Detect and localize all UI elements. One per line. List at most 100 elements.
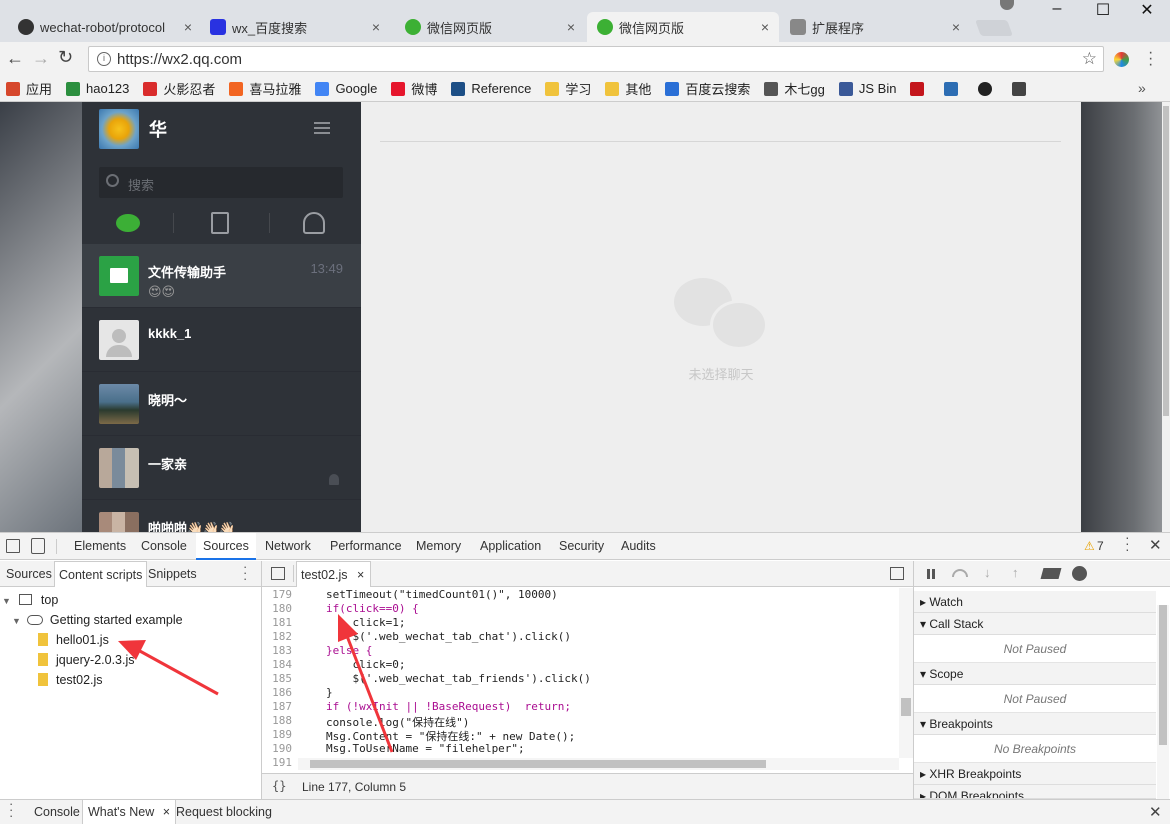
bookmark-item[interactable]: hao123 bbox=[66, 81, 129, 96]
close-window-button[interactable]: ✕ bbox=[1124, 0, 1170, 20]
section-watch[interactable]: ▸ Watch bbox=[914, 591, 1156, 613]
bookmark-folder[interactable]: 其他 bbox=[605, 79, 651, 98]
browser-tab[interactable]: 微信网页版 × bbox=[395, 12, 585, 42]
tab-memory[interactable]: Memory bbox=[416, 533, 461, 560]
step-into-icon[interactable]: ↓ bbox=[984, 565, 991, 580]
drawer-tab-request-blocking[interactable]: Request blocking bbox=[176, 800, 272, 824]
tree-top[interactable]: ▼ top bbox=[2, 593, 58, 607]
warning-count[interactable]: 7 bbox=[1097, 539, 1104, 553]
toggle-debugger-icon[interactable] bbox=[890, 567, 904, 580]
browser-tab[interactable]: wx_百度搜索 × bbox=[200, 12, 390, 42]
close-tab-icon[interactable]: × bbox=[372, 19, 380, 35]
bookmark-apps[interactable]: 应用 bbox=[6, 79, 52, 98]
code-lines[interactable]: 179 setTimeout("timedCount01()", 10000) … bbox=[262, 588, 899, 769]
editor-file-tab[interactable]: test02.js × bbox=[296, 561, 372, 587]
drawer-tab-whats-new[interactable]: What's New × bbox=[82, 800, 177, 824]
close-drawer-icon[interactable]: ✕ bbox=[1149, 803, 1162, 821]
search-box[interactable]: 搜索 bbox=[99, 167, 343, 198]
tab-network[interactable]: Network bbox=[265, 533, 311, 560]
browser-tab-active[interactable]: 微信网页版 × bbox=[587, 12, 779, 42]
extension-icon[interactable] bbox=[1114, 52, 1129, 67]
tab-elements[interactable]: Elements bbox=[74, 533, 126, 560]
scrollbar-thumb[interactable] bbox=[1159, 605, 1167, 745]
back-icon[interactable]: ← bbox=[6, 48, 24, 69]
drawer-menu-icon[interactable]: · · · bbox=[9, 797, 13, 822]
bookmark-item[interactable]: 百度云搜索 bbox=[665, 79, 750, 98]
drawer-tab-console[interactable]: Console bbox=[34, 800, 80, 824]
bookmark-item[interactable]: 微博 bbox=[391, 79, 437, 98]
scrollbar-thumb[interactable] bbox=[901, 698, 911, 716]
pretty-print-icon[interactable]: {} bbox=[272, 779, 286, 793]
chat-list-item[interactable]: 晓明～ bbox=[82, 372, 361, 436]
tree-file[interactable]: test02.js bbox=[38, 673, 103, 687]
bookmark-icon-only[interactable] bbox=[910, 81, 930, 96]
tab-performance[interactable]: Performance bbox=[330, 533, 402, 560]
minimize-button[interactable]: – bbox=[1034, 0, 1080, 20]
maximize-button[interactable]: ☐ bbox=[1080, 0, 1126, 20]
close-drawer-tab-icon[interactable]: × bbox=[163, 805, 170, 819]
close-tab-icon[interactable]: × bbox=[761, 19, 769, 35]
tab-application[interactable]: Application bbox=[480, 533, 541, 560]
bookmark-star-icon[interactable]: ☆ bbox=[1082, 49, 1097, 69]
close-tab-icon[interactable]: × bbox=[952, 19, 960, 35]
contacts-tab-icon[interactable] bbox=[303, 212, 325, 234]
reload-icon[interactable]: ↻ bbox=[58, 47, 73, 68]
nav-tab-content-scripts[interactable]: Content scripts bbox=[54, 561, 148, 587]
info-icon[interactable]: i bbox=[97, 52, 111, 66]
horizontal-scrollbar[interactable] bbox=[298, 758, 899, 770]
step-over-icon[interactable] bbox=[952, 569, 968, 577]
bookmark-icon-only[interactable] bbox=[978, 81, 998, 96]
chat-list-item[interactable]: 文件传输助手 😍😍 13:49 bbox=[82, 244, 361, 308]
tree-extension[interactable]: ▼ Getting started example bbox=[12, 613, 183, 627]
bookmark-item[interactable]: 火影忍者 bbox=[143, 79, 215, 98]
scrollbar-thumb[interactable] bbox=[310, 760, 766, 768]
warning-icon[interactable]: ⚠ bbox=[1084, 539, 1095, 553]
section-scope[interactable]: ▾ Scope bbox=[914, 663, 1156, 685]
nav-tab-snippets[interactable]: Snippets bbox=[144, 561, 201, 587]
chat-list-item[interactable]: 一家亲 bbox=[82, 436, 361, 500]
inspect-element-icon[interactable] bbox=[6, 539, 20, 553]
bookmark-item[interactable]: Google bbox=[315, 81, 377, 96]
bookmark-icon-only[interactable] bbox=[944, 81, 964, 96]
deactivate-breakpoints-icon[interactable] bbox=[1040, 568, 1062, 579]
section-call-stack[interactable]: ▾ Call Stack bbox=[914, 613, 1156, 635]
scrollbar-thumb[interactable] bbox=[1163, 106, 1169, 416]
section-xhr-breakpoints[interactable]: ▸ XHR Breakpoints bbox=[914, 763, 1156, 785]
bookmark-folder[interactable]: 学习 bbox=[545, 79, 591, 98]
chat-list-item[interactable]: kkkk_1 bbox=[82, 308, 361, 372]
tree-file[interactable]: jquery-2.0.3.js bbox=[38, 653, 135, 667]
address-bar[interactable]: i https://wx2.qq.com ☆ bbox=[88, 46, 1104, 72]
pause-icon[interactable] bbox=[927, 569, 935, 579]
user-avatar[interactable] bbox=[99, 109, 139, 149]
tab-sources[interactable]: Sources bbox=[196, 533, 256, 560]
close-devtools-icon[interactable]: ✕ bbox=[1149, 536, 1162, 554]
tab-audits[interactable]: Audits bbox=[621, 533, 656, 560]
bookmarks-overflow-icon[interactable]: » bbox=[1138, 80, 1146, 96]
devtools-menu-icon[interactable]: · · · bbox=[1125, 530, 1130, 556]
pause-on-exceptions-icon[interactable] bbox=[1072, 566, 1087, 581]
section-dom-breakpoints[interactable]: ▸ DOM Breakpoints bbox=[914, 785, 1156, 799]
vertical-scrollbar[interactable] bbox=[899, 588, 913, 758]
menu-icon[interactable] bbox=[314, 122, 330, 134]
bookmark-icon-only[interactable] bbox=[1012, 81, 1032, 96]
bookmark-item[interactable]: Reference bbox=[451, 81, 531, 96]
bookmark-item[interactable]: 木七gg bbox=[764, 79, 825, 98]
tree-file[interactable]: hello01.js bbox=[38, 633, 109, 647]
bookmark-item[interactable]: JS Bin bbox=[838, 81, 896, 96]
tab-console[interactable]: Console bbox=[141, 533, 187, 560]
tab-security[interactable]: Security bbox=[559, 533, 604, 560]
page-scrollbar[interactable] bbox=[1162, 102, 1170, 532]
close-tab-icon[interactable]: × bbox=[567, 19, 575, 35]
bookmark-item[interactable]: 喜马拉雅 bbox=[229, 79, 301, 98]
new-tab-button[interactable] bbox=[975, 20, 1013, 36]
forward-icon[interactable]: → bbox=[32, 48, 50, 69]
chat-tab-icon[interactable] bbox=[116, 214, 140, 232]
step-out-icon[interactable]: ↑ bbox=[1012, 565, 1019, 580]
toggle-navigator-icon[interactable] bbox=[271, 567, 285, 580]
close-file-icon[interactable]: × bbox=[357, 568, 364, 582]
menu-icon[interactable]: · · · bbox=[1148, 45, 1153, 73]
navigator-menu-icon[interactable]: · · · bbox=[243, 560, 247, 585]
browser-tab[interactable]: wechat-robot/protocol × bbox=[8, 12, 202, 42]
close-tab-icon[interactable]: × bbox=[184, 19, 192, 35]
nav-tab-sources[interactable]: Sources bbox=[2, 561, 56, 587]
